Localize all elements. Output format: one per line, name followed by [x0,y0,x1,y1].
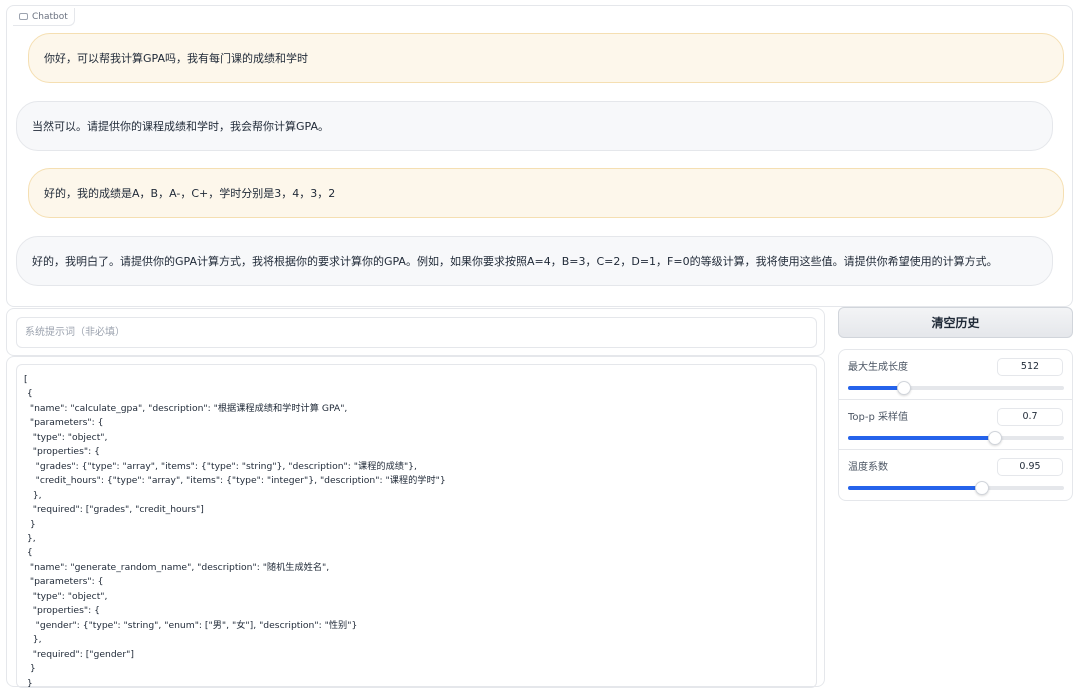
slider-fill [848,386,905,390]
slider-thumb[interactable] [987,431,1002,445]
top-p-value[interactable]: 0.7 [997,408,1063,426]
top-p-control: Top-p 采样值 0.7 [839,400,1072,450]
chat-icon [19,13,28,20]
chatbot-label: Chatbot [13,8,75,26]
slider-fill [848,486,982,490]
user-message: 你好，可以帮我计算GPA吗，我有每门课的成绩和学时 [28,33,1064,83]
slider-fill [848,436,995,440]
system-prompt-panel [6,308,825,356]
chatbot-panel: Chatbot 你好，可以帮我计算GPA吗，我有每门课的成绩和学时 当然可以。请… [6,5,1073,307]
top-p-label: Top-p 采样值 [848,412,909,423]
max-length-slider[interactable] [848,381,1064,395]
slider-thumb[interactable] [974,481,989,495]
assistant-message: 当然可以。请提供你的课程成绩和学时，我会帮你计算GPA。 [16,101,1053,151]
message-text: 当然可以。请提供你的课程成绩和学时，我会帮你计算GPA。 [32,120,329,133]
temperature-value[interactable]: 0.95 [997,458,1063,476]
tools-panel: [ { "name": "calculate_gpa", "descriptio… [6,356,825,688]
clear-history-button[interactable]: 清空历史 [838,307,1073,338]
temperature-label: 温度系数 [848,462,888,473]
tools-json-textarea[interactable]: [ { "name": "calculate_gpa", "descriptio… [16,364,817,688]
message-text: 好的，我明白了。请提供你的GPA计算方式，我将根据你的要求计算你的GPA。例如，… [32,255,998,268]
temperature-control: 温度系数 0.95 [839,450,1072,500]
max-length-control: 最大生成长度 512 [839,350,1072,400]
parameters-panel: 最大生成长度 512 Top-p 采样值 0.7 温度系数 0.95 [838,349,1073,501]
max-length-label: 最大生成长度 [848,362,908,373]
message-text: 你好，可以帮我计算GPA吗，我有每门课的成绩和学时 [44,52,308,65]
slider-thumb[interactable] [897,381,912,395]
top-p-slider[interactable] [848,431,1064,445]
user-message: 好的，我的成绩是A，B，A-，C+，学时分别是3，4，3，2 [28,168,1064,218]
system-prompt-input[interactable] [16,317,817,348]
message-text: 好的，我的成绩是A，B，A-，C+，学时分别是3，4，3，2 [44,187,336,200]
temperature-slider[interactable] [848,481,1064,495]
assistant-message: 好的，我明白了。请提供你的GPA计算方式，我将根据你的要求计算你的GPA。例如，… [16,236,1053,286]
max-length-value[interactable]: 512 [997,358,1063,376]
chatbot-label-text: Chatbot [32,11,68,22]
